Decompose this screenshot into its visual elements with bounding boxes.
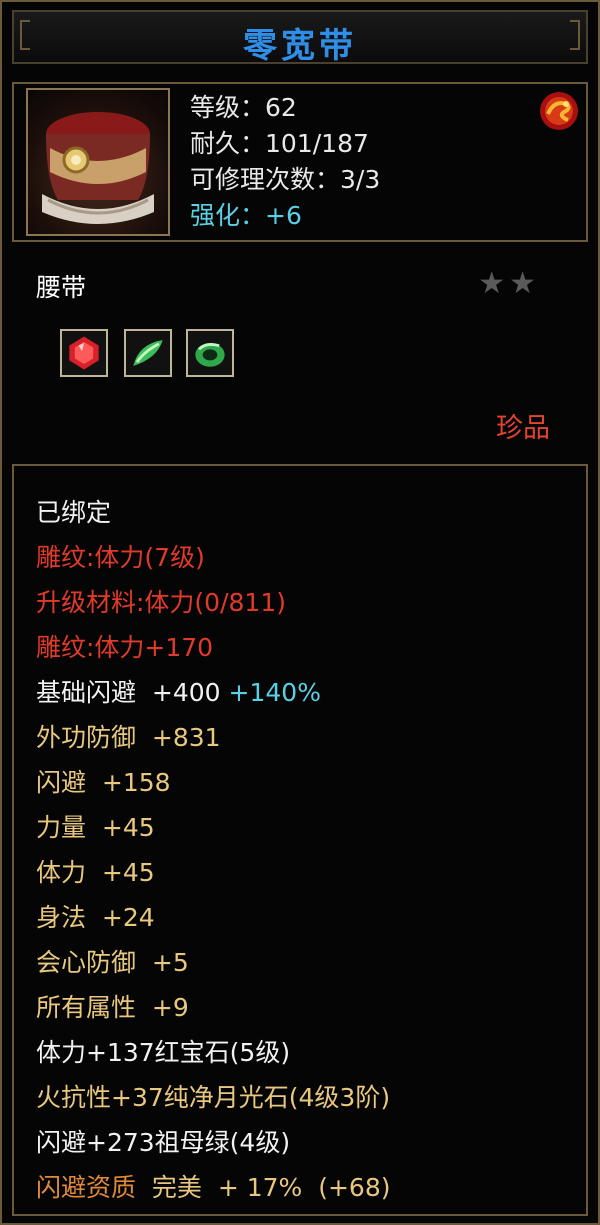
gem-stat-line-1: 体力+137红宝石(5级) [36, 1038, 291, 1067]
item-info: 等级：62 耐久：101/187 可修理次数：3/3 强化：+6 [190, 90, 380, 234]
title-bar: 零宽带 [12, 10, 588, 66]
stat-value: +5 [151, 948, 189, 977]
level-row: 等级：62 [190, 93, 297, 122]
engrave-bonus-line: 雕纹:体力+170 [36, 633, 214, 662]
emerald-ring-icon [186, 329, 234, 377]
stat-value: +400 [151, 678, 221, 707]
stat-value: +9 [151, 993, 189, 1022]
item-tooltip: 零宽带 等级：62 耐久：101/187 可修理次数：3/3 强化：+6 腰带 … [0, 0, 600, 1225]
jade-feather-icon [124, 329, 172, 377]
belt-icon [26, 88, 170, 236]
crit-defense-line: 会心防御 +5 [36, 940, 390, 985]
stat-value: +831 [151, 723, 221, 752]
gem-stat-line-3: 闪避+273祖母绿(4级) [36, 1128, 291, 1157]
ruby-gem-icon [60, 329, 108, 377]
stat-label: 基础闪避 [36, 678, 137, 707]
stat-value: +45 [101, 858, 155, 887]
star-rating: ★★ [478, 266, 540, 301]
engrave-line: 雕纹:体力(7级) [36, 543, 205, 572]
stat-value: +158 [101, 768, 171, 797]
gem-stat-line-2: 火抗性+37纯净月光石(4级3阶) [36, 1083, 391, 1112]
enhance-value: +6 [265, 201, 302, 230]
all-attributes-line: 所有属性 +9 [36, 985, 390, 1030]
repairs-row: 可修理次数：3/3 [190, 165, 381, 194]
dodge-line: 闪避 +158 [36, 760, 390, 805]
level-value: 62 [265, 93, 297, 122]
quality-bonus: (+68) [318, 1173, 391, 1202]
item-type: 腰带 [36, 273, 87, 302]
quality-grade: 完美 [151, 1173, 202, 1202]
stat-label: 所有属性 [36, 993, 137, 1022]
repairs-value: 3/3 [340, 165, 381, 194]
outer-defense-line: 外功防御 +831 [36, 715, 390, 760]
durability-value: 101/187 [265, 129, 369, 158]
rarity-label: 珍品 [496, 413, 550, 444]
stamina-line: 体力 +45 [36, 850, 390, 895]
stat-label: 体力 [36, 858, 87, 887]
agility-line: 身法 +24 [36, 895, 390, 940]
bound-status: 已绑定 [36, 498, 112, 527]
quality-line: 闪避资质 完美 + 17% (+68) [36, 1165, 390, 1210]
stat-label: 身法 [36, 903, 87, 932]
enhance-row: 强化：+6 [190, 201, 302, 230]
stat-label: 力量 [36, 813, 87, 842]
stat-label: 闪避 [36, 768, 87, 797]
durability-label: 耐久 [190, 129, 241, 158]
stat-label: 外功防御 [36, 723, 137, 752]
stat-value: +24 [101, 903, 155, 932]
quality-percent: + 17% [217, 1173, 303, 1202]
item-header-panel: 等级：62 耐久：101/187 可修理次数：3/3 强化：+6 [12, 82, 588, 242]
stat-percent: +140% [228, 678, 321, 707]
level-label: 等级 [190, 93, 241, 122]
stats-panel: 已绑定 雕纹:体力(7级) 升级材料:体力(0/811) 雕纹:体力+170 基… [12, 464, 588, 1216]
upgrade-material-line: 升级材料:体力(0/811) [36, 588, 286, 617]
base-dodge-line: 基础闪避 +400 +140% [36, 670, 390, 715]
stat-label: 会心防御 [36, 948, 137, 977]
durability-row: 耐久：101/187 [190, 129, 369, 158]
item-name: 零宽带 [243, 26, 357, 66]
quality-label: 闪避资质 [36, 1173, 137, 1202]
dragon-seal-icon [538, 90, 580, 132]
stat-value: +45 [101, 813, 155, 842]
strength-line: 力量 +45 [36, 805, 390, 850]
repairs-label: 可修理次数 [190, 165, 316, 194]
enhance-label: 强化 [190, 201, 241, 230]
